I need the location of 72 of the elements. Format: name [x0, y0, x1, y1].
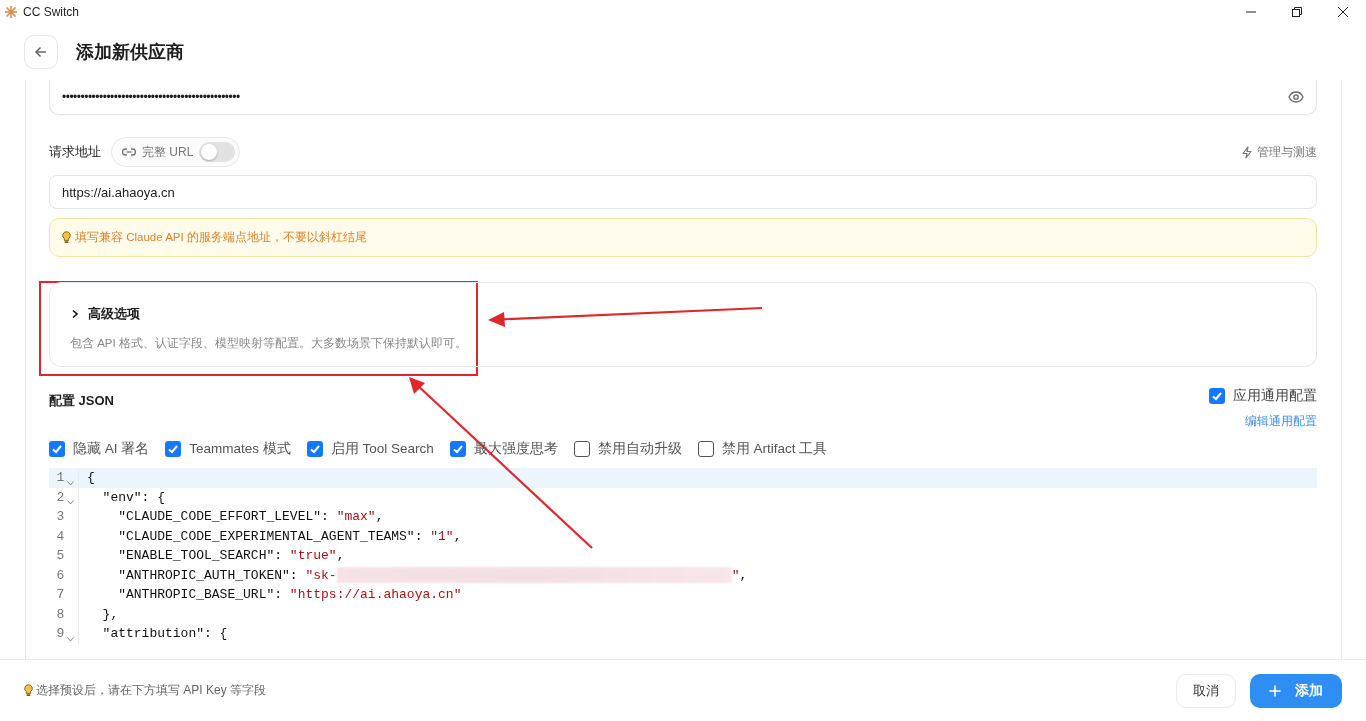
- string-value: ": [731, 567, 740, 583]
- line-number: 1: [55, 470, 65, 486]
- checkbox[interactable]: [165, 441, 182, 457]
- line-number: 7: [55, 587, 65, 603]
- line-number: 3: [55, 509, 65, 525]
- back-arrow-icon: [34, 45, 48, 59]
- lightning-icon: [1241, 145, 1253, 159]
- hint-text: 填写兼容 Claude API 的服务端点地址，不要以斜杠结尾: [75, 230, 367, 245]
- line-number: 4: [55, 528, 65, 544]
- checkbox-label: Teammates 模式: [189, 440, 291, 458]
- code-text: "ANTHROPIC_AUTH_TOKEN":: [117, 567, 299, 583]
- manage-link[interactable]: 管理与测速: [1241, 143, 1317, 161]
- checkbox-label: 应用通用配置: [1233, 387, 1317, 405]
- section-title: 配置 JSON: [49, 392, 114, 410]
- string-value: "sk-: [305, 567, 337, 583]
- restore-icon: [1291, 6, 1303, 18]
- checkbox-label: 隐藏 AI 署名: [73, 440, 150, 458]
- edit-common-config-link[interactable]: 编辑通用配置: [1245, 413, 1317, 430]
- link-icon: [122, 147, 136, 157]
- page-title: 添加新供应商: [76, 41, 184, 64]
- code-text: "ANTHROPIC_BASE_URL":: [117, 587, 284, 603]
- code-text: "env": {: [101, 489, 165, 505]
- field-label: 请求地址: [49, 143, 101, 161]
- advanced-options-card[interactable]: 高级选项 包含 API 格式、认证字段、模型映射等配置。大多数场景下保持默认即可。: [49, 282, 1317, 367]
- api-key-field[interactable]: ••••••••••••••••••••••••••••••••••••••••••••••••: [49, 80, 1317, 115]
- fold-icon[interactable]: [66, 500, 74, 505]
- fold-icon[interactable]: [66, 480, 74, 486]
- code-text: {: [87, 470, 95, 486]
- fold-icon[interactable]: [66, 636, 74, 642]
- cancel-button[interactable]: 取消: [1176, 673, 1236, 708]
- url-field[interactable]: https://ai.ahaoya.cn: [49, 175, 1317, 209]
- checkbox[interactable]: [449, 441, 466, 457]
- string-value: "true": [289, 548, 337, 564]
- code-text: ,: [453, 528, 462, 544]
- plus-icon: [1269, 684, 1281, 697]
- lightbulb-icon: [24, 684, 33, 697]
- string-value: "max": [336, 509, 376, 525]
- toggle-switch[interactable]: [199, 142, 236, 162]
- checkbox-label: 禁用 Artifact 工具: [721, 440, 828, 458]
- checkbox[interactable]: [49, 441, 65, 457]
- section-description: 包含 API 格式、认证字段、模型映射等配置。大多数场景下保持默认即可。: [70, 336, 468, 351]
- checkbox[interactable]: [306, 441, 323, 457]
- string-value: "https://ai.ahaoya.cn": [289, 587, 462, 603]
- eye-icon[interactable]: [1288, 91, 1304, 103]
- line-number: 6: [55, 567, 65, 583]
- section-title: 高级选项: [88, 305, 140, 323]
- checkbox-label: 最大强度思考: [473, 440, 558, 458]
- line-number: 8: [55, 606, 65, 622]
- checkbox-label: 禁用自动升级: [597, 440, 682, 458]
- checkbox[interactable]: [1209, 388, 1225, 404]
- code-text: "ENABLE_TOOL_SEARCH":: [117, 548, 284, 564]
- back-button[interactable]: [24, 35, 58, 69]
- string-value: "1": [430, 528, 454, 544]
- code-text: ,: [336, 548, 345, 564]
- full-url-toggle[interactable]: 完整 URL: [111, 137, 241, 167]
- code-text: "attribution": {: [101, 626, 228, 642]
- window-title: CC Switch: [23, 5, 79, 19]
- code-text: "CLAUDE_CODE_EFFORT_LEVEL":: [117, 509, 330, 525]
- line-number: 2: [55, 489, 65, 505]
- line-number: 9: [55, 626, 65, 642]
- lightbulb-icon: [62, 231, 71, 244]
- line-number: 5: [55, 548, 65, 564]
- code-text: "CLAUDE_CODE_EXPERIMENTAL_AGENT_TEAMS":: [117, 528, 424, 544]
- code-text: },: [101, 606, 119, 622]
- footer-hint: 选择预设后，请在下方填写 API Key 等字段: [36, 682, 267, 699]
- code-text: ,: [739, 567, 748, 583]
- app-logo-icon: [5, 6, 17, 18]
- checkbox[interactable]: [697, 441, 714, 457]
- checkbox[interactable]: [573, 441, 590, 457]
- close-icon: [1337, 6, 1349, 18]
- checkbox-label: 启用 Tool Search: [330, 440, 434, 458]
- code-text: ,: [375, 509, 384, 525]
